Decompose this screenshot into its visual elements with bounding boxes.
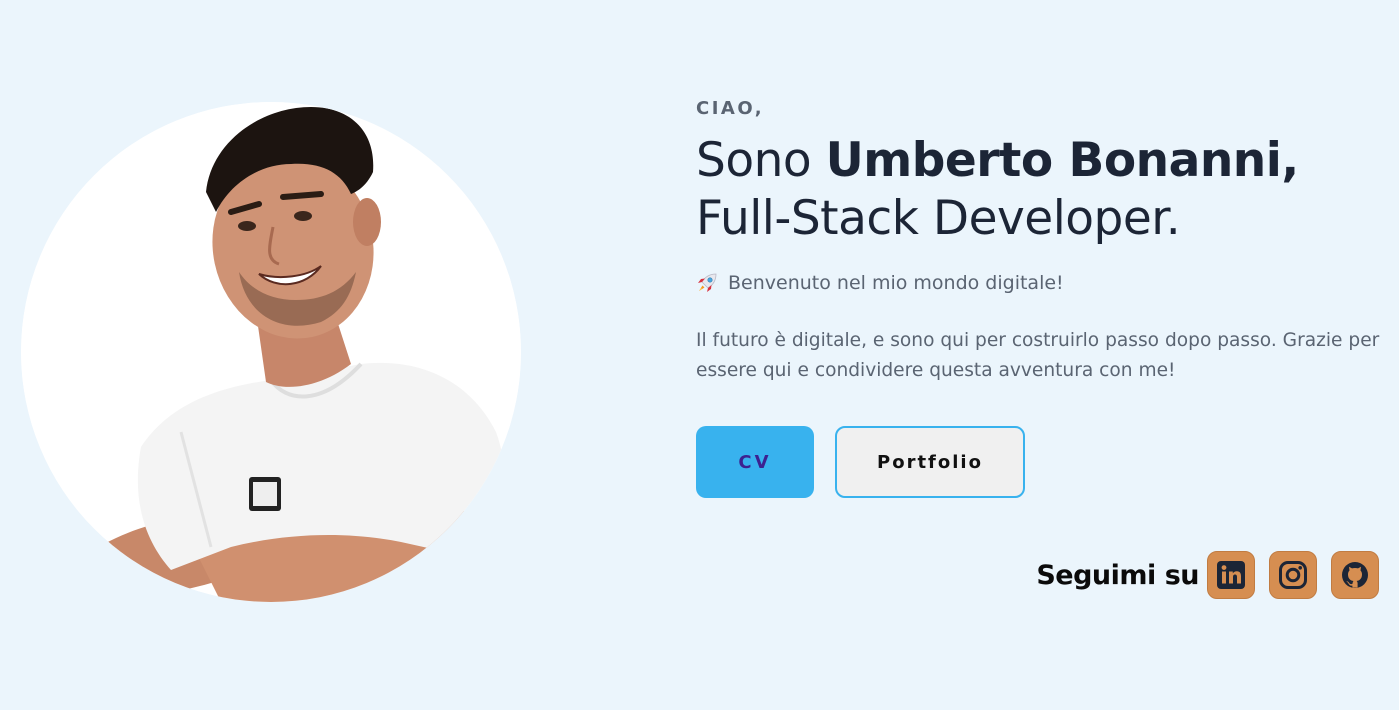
instagram-icon: [1279, 561, 1307, 589]
rocket-icon: [696, 272, 718, 294]
profile-photo-illustration: [21, 102, 521, 602]
headline-prefix: Sono: [696, 133, 826, 188]
github-button[interactable]: [1331, 551, 1379, 599]
headline-name-line: Sono Umberto Bonanni,: [696, 132, 1396, 190]
developer-name: Umberto Bonanni,: [825, 133, 1300, 188]
welcome-text: Benvenuto nel mio mondo digitale!: [728, 272, 1064, 294]
social-links: Seguimi su: [1036, 551, 1379, 599]
cv-button[interactable]: CV: [696, 426, 814, 498]
social-label: Seguimi su: [1036, 559, 1199, 591]
github-icon: [1342, 562, 1368, 588]
linkedin-icon: [1217, 561, 1245, 589]
intro-paragraph: Il futuro è digitale, e sono qui per cos…: [696, 330, 1380, 381]
hero-section: CIAO, Sono Umberto Bonanni, Full-Stack D…: [0, 0, 1399, 710]
greeting: CIAO,: [696, 98, 765, 119]
headline: Sono Umberto Bonanni, Full-Stack Develop…: [696, 132, 1396, 248]
linkedin-button[interactable]: [1207, 551, 1255, 599]
intro-section: CIAO, Sono Umberto Bonanni, Full-Stack D…: [696, 96, 1396, 498]
profile-photo: [21, 102, 521, 602]
developer-role: Full-Stack Developer.: [696, 191, 1181, 246]
action-buttons: CV Portfolio: [696, 426, 1396, 498]
instagram-button[interactable]: [1269, 551, 1317, 599]
portfolio-button[interactable]: Portfolio: [835, 426, 1025, 498]
welcome-message: Benvenuto nel mio mondo digitale!: [696, 270, 1396, 296]
